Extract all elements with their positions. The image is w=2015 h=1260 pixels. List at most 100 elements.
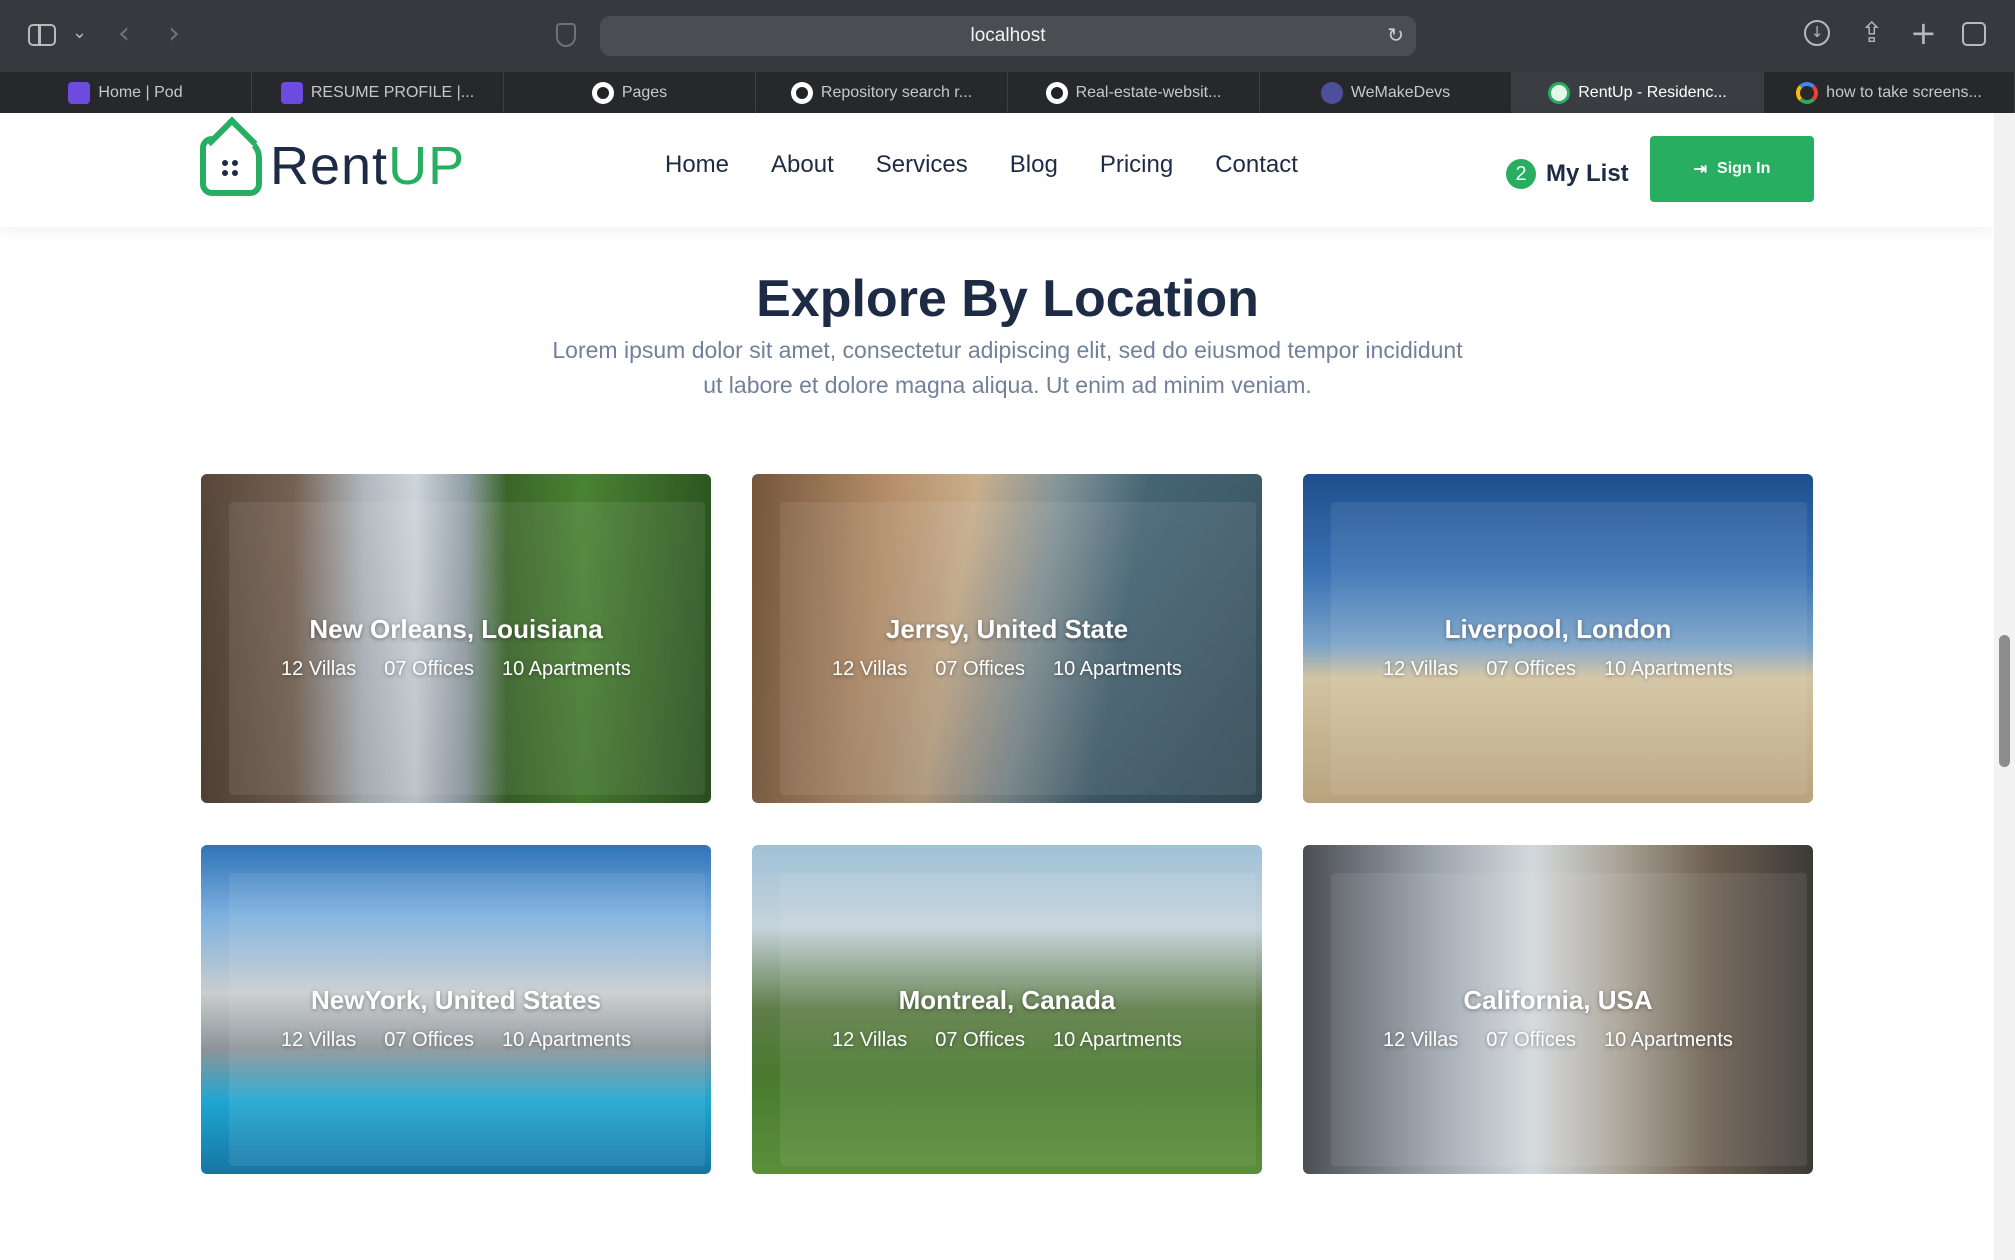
wemakedevs-icon [1320, 81, 1343, 104]
card-overlay [229, 502, 705, 795]
card-overlay [1331, 873, 1807, 1166]
location-name: NewYork, United States [311, 985, 601, 1015]
location-card[interactable]: Montreal, Canada 12 Villas 07 Offices 10… [752, 845, 1262, 1174]
nav-home[interactable]: Home [665, 151, 729, 179]
tab-rentup[interactable]: RentUp - Residenc... [1512, 72, 1764, 113]
tab-pages[interactable]: Pages [504, 72, 756, 113]
villas-count: 12 Villas [832, 658, 908, 680]
sign-in-button[interactable]: ⇥ Sign In [1650, 136, 1814, 202]
address-bar[interactable]: localhost ↻ [600, 16, 1416, 56]
sign-in-icon: ⇥ [1693, 161, 1708, 178]
location-card[interactable]: New Orleans, Louisiana 12 Villas 07 Offi… [201, 474, 711, 803]
location-stats: 12 Villas 07 Offices 10 Apartments [1303, 658, 1813, 681]
new-tab-icon[interactable]: + [1910, 14, 1937, 52]
github-icon [1045, 81, 1068, 104]
tab-google-search[interactable]: how to take screens... [1764, 72, 2015, 113]
logo-text: RentUP [270, 136, 466, 196]
privacy-shield-icon[interactable] [556, 23, 576, 47]
tab-label: RentUp - Residenc... [1578, 83, 1727, 101]
tab-home-pod[interactable]: Home | Pod [0, 72, 252, 113]
github-icon [790, 81, 813, 104]
url-text: localhost [970, 25, 1046, 46]
nav-pricing[interactable]: Pricing [1100, 151, 1173, 179]
main-nav: Home About Services Blog Pricing Contact [665, 151, 1298, 179]
pod-favicon-icon [68, 81, 91, 104]
scrollbar-thumb[interactable] [1999, 635, 2010, 767]
chevron-down-icon[interactable]: ⌄ [72, 22, 87, 43]
tab-repository-search[interactable]: Repository search r... [756, 72, 1008, 113]
location-stats: 12 Villas 07 Offices 10 Apartments [201, 658, 711, 681]
offices-count: 07 Offices [384, 1029, 474, 1051]
share-icon[interactable]: ⇪ [1860, 16, 1883, 49]
location-name: Montreal, Canada [898, 985, 1116, 1015]
tab-resume-profile[interactable]: RESUME PROFILE |... [252, 72, 504, 113]
card-overlay [780, 873, 1256, 1166]
location-card[interactable]: Liverpool, London 12 Villas 07 Offices 1… [1303, 474, 1813, 803]
villas-count: 12 Villas [1383, 1029, 1459, 1051]
page-scrollbar[interactable] [1994, 113, 2015, 1260]
rentup-logo[interactable]: RentUP [200, 133, 465, 199]
tab-label: RESUME PROFILE |... [310, 83, 475, 101]
tab-label: Pages [621, 83, 668, 101]
github-icon [591, 81, 614, 104]
location-name: Jerrsy, United State [885, 614, 1129, 644]
apartments-count: 10 Apartments [501, 1029, 631, 1051]
section-title: Explore By Location [756, 270, 1259, 328]
reload-icon[interactable]: ↻ [1387, 23, 1404, 47]
location-card[interactable]: NewYork, United States 12 Villas 07 Offi… [201, 845, 711, 1174]
offices-count: 07 Offices [384, 658, 474, 680]
tab-bar: Home | Pod RESUME PROFILE |... Pages Rep… [0, 72, 2015, 113]
tab-label: WeMakeDevs [1350, 83, 1451, 101]
offices-count: 07 Offices [935, 1029, 1025, 1051]
offices-count: 07 Offices [1486, 658, 1576, 680]
tab-label: Real-estate-websit... [1075, 83, 1222, 101]
pod-favicon-icon [280, 81, 303, 104]
location-stats: 12 Villas 07 Offices 10 Apartments [752, 658, 1262, 681]
card-overlay [229, 873, 705, 1166]
card-overlay [780, 502, 1256, 795]
location-stats: 12 Villas 07 Offices 10 Apartments [1303, 1029, 1813, 1052]
villas-count: 12 Villas [281, 1029, 357, 1051]
tab-overview-icon[interactable] [1962, 22, 1986, 46]
location-name: California, USA [1463, 985, 1653, 1015]
google-icon [1796, 81, 1819, 104]
nav-contact[interactable]: Contact [1215, 151, 1298, 179]
my-list-label: My List [1546, 160, 1629, 187]
sign-in-label: Sign In [1717, 160, 1771, 177]
nav-about[interactable]: About [771, 151, 834, 179]
nav-services[interactable]: Services [876, 151, 968, 179]
offices-count: 07 Offices [1486, 1029, 1576, 1051]
location-name: New Orleans, Louisiana [309, 614, 603, 644]
sidebar-toggle-icon[interactable] [28, 24, 56, 46]
tab-wemakedevs[interactable]: WeMakeDevs [1260, 72, 1512, 113]
villas-count: 12 Villas [281, 658, 357, 680]
my-list-count-badge: 2 [1506, 159, 1536, 189]
offices-count: 07 Offices [935, 658, 1025, 680]
apartments-count: 10 Apartments [1603, 658, 1733, 680]
tab-label: Repository search r... [820, 83, 973, 101]
browser-toolbar: ⌄ ‹ › localhost ↻ ↓ ⇪ + [0, 0, 2015, 72]
location-name: Liverpool, London [1444, 614, 1672, 644]
location-stats: 12 Villas 07 Offices 10 Apartments [752, 1029, 1262, 1052]
forward-arrow-icon[interactable]: › [168, 16, 180, 51]
rentup-icon [1548, 81, 1571, 104]
tab-real-estate-website[interactable]: Real-estate-websit... [1008, 72, 1260, 113]
villas-count: 12 Villas [832, 1029, 908, 1051]
villas-count: 12 Villas [1383, 658, 1459, 680]
back-arrow-icon[interactable]: ‹ [118, 16, 130, 51]
location-stats: 12 Villas 07 Offices 10 Apartments [201, 1029, 711, 1052]
apartments-count: 10 Apartments [501, 658, 631, 680]
my-list-link[interactable]: 2 My List [1506, 159, 1629, 189]
page-content: RentUP Home About Services Blog Pricing … [0, 113, 2015, 1260]
section-description: Lorem ipsum dolor sit amet, consectetur … [552, 337, 1463, 398]
location-card[interactable]: Jerrsy, United State 12 Villas 07 Office… [752, 474, 1262, 803]
apartments-count: 10 Apartments [1052, 1029, 1182, 1051]
site-header: RentUP Home About Services Blog Pricing … [0, 113, 1994, 227]
apartments-count: 10 Apartments [1603, 1029, 1733, 1051]
location-card[interactable]: California, USA 12 Villas 07 Offices 10 … [1303, 845, 1813, 1174]
nav-blog[interactable]: Blog [1010, 151, 1058, 179]
tab-label: how to take screens... [1826, 83, 1982, 101]
apartments-count: 10 Apartments [1052, 658, 1182, 680]
card-overlay [1331, 502, 1807, 795]
download-icon[interactable]: ↓ [1804, 20, 1830, 46]
